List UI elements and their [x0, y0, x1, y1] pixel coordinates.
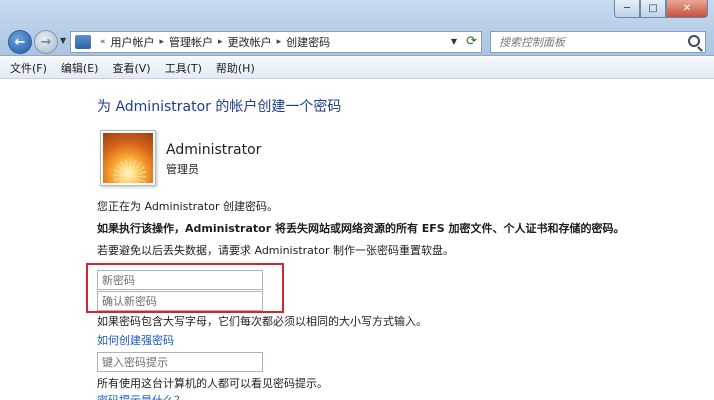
hint-visibility-note: 所有使用这台计算机的人都可以看见密码提示。: [97, 377, 328, 390]
breadcrumb-manage-accounts[interactable]: 管理帐户: [169, 34, 213, 50]
minimize-button[interactable]: ─: [614, 0, 640, 18]
main-content: 为 Administrator 的帐户创建一个密码 Administrator …: [0, 80, 714, 400]
case-sensitivity-note: 如果密码包含大写字母，它们每次都必须以相同的大小写方式输入。: [97, 315, 427, 328]
chevron-right-icon[interactable]: ▸: [277, 37, 282, 47]
address-dropdown-icon[interactable]: ▼: [451, 37, 457, 46]
efs-warning-text: 如果执行该操作，Administrator 将丢失网站或网络资源的所有 EFS …: [97, 222, 625, 235]
page-title: 为 Administrator 的帐户创建一个密码: [97, 99, 342, 115]
forward-button[interactable]: →: [34, 30, 58, 54]
password-hint-input[interactable]: [97, 352, 263, 372]
back-button[interactable]: ←: [8, 30, 32, 54]
control-panel-icon: [75, 35, 91, 49]
creating-password-text: 您正在为 Administrator 创建密码。: [97, 200, 278, 213]
menu-tools[interactable]: 工具(T): [165, 60, 202, 76]
breadcrumb-change-account[interactable]: 更改帐户: [228, 34, 272, 50]
chevron-right-icon[interactable]: ▸: [160, 37, 165, 47]
avatar: [100, 130, 156, 186]
search-placeholder: 搜索控制面板: [499, 36, 565, 49]
menu-bar: 文件(F) 编辑(E) 查看(V) 工具(T) 帮助(H): [0, 57, 714, 79]
confirm-password-input[interactable]: [97, 291, 263, 311]
search-box[interactable]: 搜索控制面板: [490, 31, 706, 53]
breadcrumb-create-password[interactable]: 创建密码: [286, 34, 330, 50]
window-chrome: ─ □ ✕ ← → ▼ « 用户帐户 ▸ 管理帐户 ▸ 更改帐户 ▸ 创建密码 …: [0, 0, 714, 56]
strong-password-link[interactable]: 如何创建强密码: [97, 332, 174, 348]
reset-disk-advice-text: 若要避免以后丢失数据，请要求 Administrator 制作一张密码重置软盘。: [97, 244, 454, 257]
chevron-right-icon[interactable]: «: [100, 37, 106, 47]
account-name: Administrator: [166, 142, 262, 158]
address-bar[interactable]: « 用户帐户 ▸ 管理帐户 ▸ 更改帐户 ▸ 创建密码 ▼ ⟳: [70, 31, 482, 53]
account-type: 管理员: [166, 163, 199, 176]
flower-picture-icon: [103, 133, 153, 183]
close-button[interactable]: ✕: [666, 0, 708, 18]
menu-edit[interactable]: 编辑(E): [61, 60, 99, 76]
menu-file[interactable]: 文件(F): [10, 60, 47, 76]
navigation-bar: ← → ▼ « 用户帐户 ▸ 管理帐户 ▸ 更改帐户 ▸ 创建密码 ▼ ⟳ 搜索…: [0, 28, 714, 54]
search-icon[interactable]: [688, 35, 700, 47]
refresh-icon[interactable]: ⟳: [466, 34, 477, 49]
recent-pages-dropdown-icon[interactable]: ▼: [60, 36, 66, 45]
menu-view[interactable]: 查看(V): [112, 60, 150, 76]
window-controls: ─ □ ✕: [614, 0, 708, 18]
maximize-button[interactable]: □: [640, 0, 666, 18]
new-password-input[interactable]: [97, 270, 263, 290]
chevron-right-icon[interactable]: ▸: [218, 37, 223, 47]
what-is-hint-link[interactable]: 密码提示是什么？: [97, 392, 185, 400]
breadcrumb-user-accounts[interactable]: 用户帐户: [111, 34, 155, 50]
menu-help[interactable]: 帮助(H): [216, 60, 255, 76]
